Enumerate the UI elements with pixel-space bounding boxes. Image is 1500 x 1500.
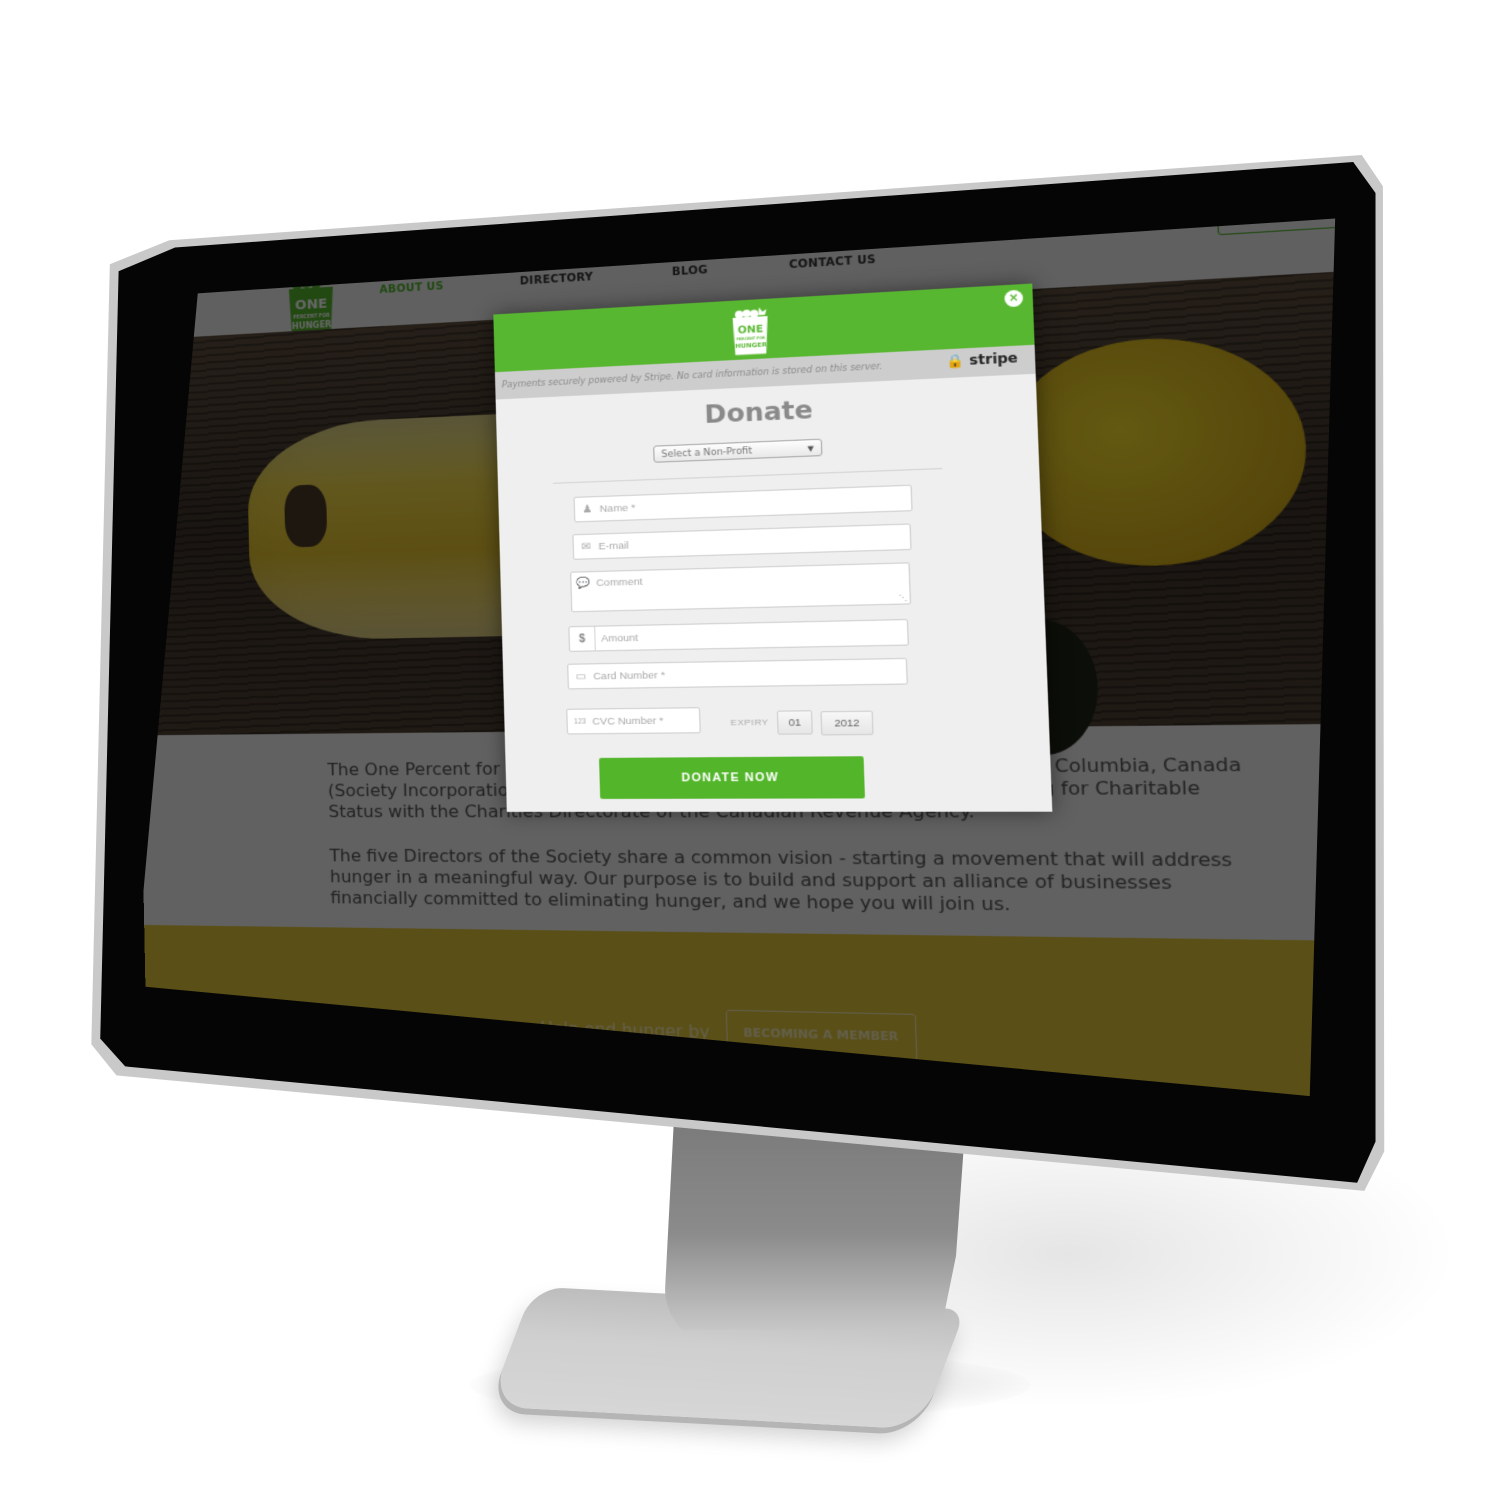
speech-bubble-icon: 💬 <box>576 577 591 590</box>
name-placeholder: Name * <box>599 501 636 515</box>
dollar-prefix: $ <box>569 626 596 651</box>
donate-modal: ONE PERCENT FOR HUNGER × Payments secure… <box>493 283 1053 812</box>
expiry-label: EXPIRY <box>730 717 769 728</box>
credit-card-icon: ▭ <box>575 670 587 683</box>
nonprofit-select-value: Select a Non-Profit <box>661 445 753 461</box>
stripe-logo: 🔒 stripe <box>946 350 1018 369</box>
email-placeholder: E-mail <box>598 539 629 553</box>
expiry-year-select[interactable]: 2012 <box>820 710 874 736</box>
cvc-placeholder: CVC Number * <box>592 714 664 728</box>
stripe-wordmark: stripe <box>969 350 1019 369</box>
chevron-down-icon: ▼ <box>807 444 815 454</box>
cvc-123-icon: 123 <box>573 717 587 726</box>
card-number-placeholder: Card Number * <box>593 669 666 683</box>
expiry-month-select[interactable]: 01 <box>776 710 813 735</box>
lock-icon: 🔒 <box>945 352 965 370</box>
modal-logo-one: ONE <box>737 323 763 336</box>
cvc-field[interactable]: 123 CVC Number * <box>566 707 701 735</box>
resize-grip-icon[interactable]: ⋱ <box>899 593 908 603</box>
envelope-icon: ✉ <box>581 540 592 553</box>
comment-field[interactable]: 💬 Comment ⋱ <box>570 562 912 613</box>
website-page: ONE PERCENT FOR HUNGER ABOUT US DIRECTOR… <box>134 218 1336 1097</box>
card-number-field[interactable]: ▭ Card Number * <box>567 657 908 690</box>
person-icon: ♟ <box>582 503 593 516</box>
name-field[interactable]: ♟ Name * <box>573 484 913 523</box>
amount-field[interactable]: $ Amount <box>568 618 909 652</box>
close-icon[interactable]: × <box>1004 289 1024 308</box>
comment-placeholder: Comment <box>596 576 643 590</box>
email-field[interactable]: ✉ E-mail <box>572 523 912 560</box>
divider <box>553 467 943 484</box>
screen: ONE PERCENT FOR HUNGER ABOUT US DIRECTOR… <box>134 218 1336 1097</box>
nonprofit-select[interactable]: Select a Non-Profit ▼ <box>653 438 823 463</box>
donate-now-button[interactable]: DONATE NOW <box>599 756 866 799</box>
amount-placeholder: Amount <box>600 631 639 645</box>
monitor: ONE PERCENT FOR HUNGER ABOUT US DIRECTOR… <box>0 0 1500 1500</box>
modal-logo: ONE PERCENT FOR HUNGER <box>732 306 769 356</box>
